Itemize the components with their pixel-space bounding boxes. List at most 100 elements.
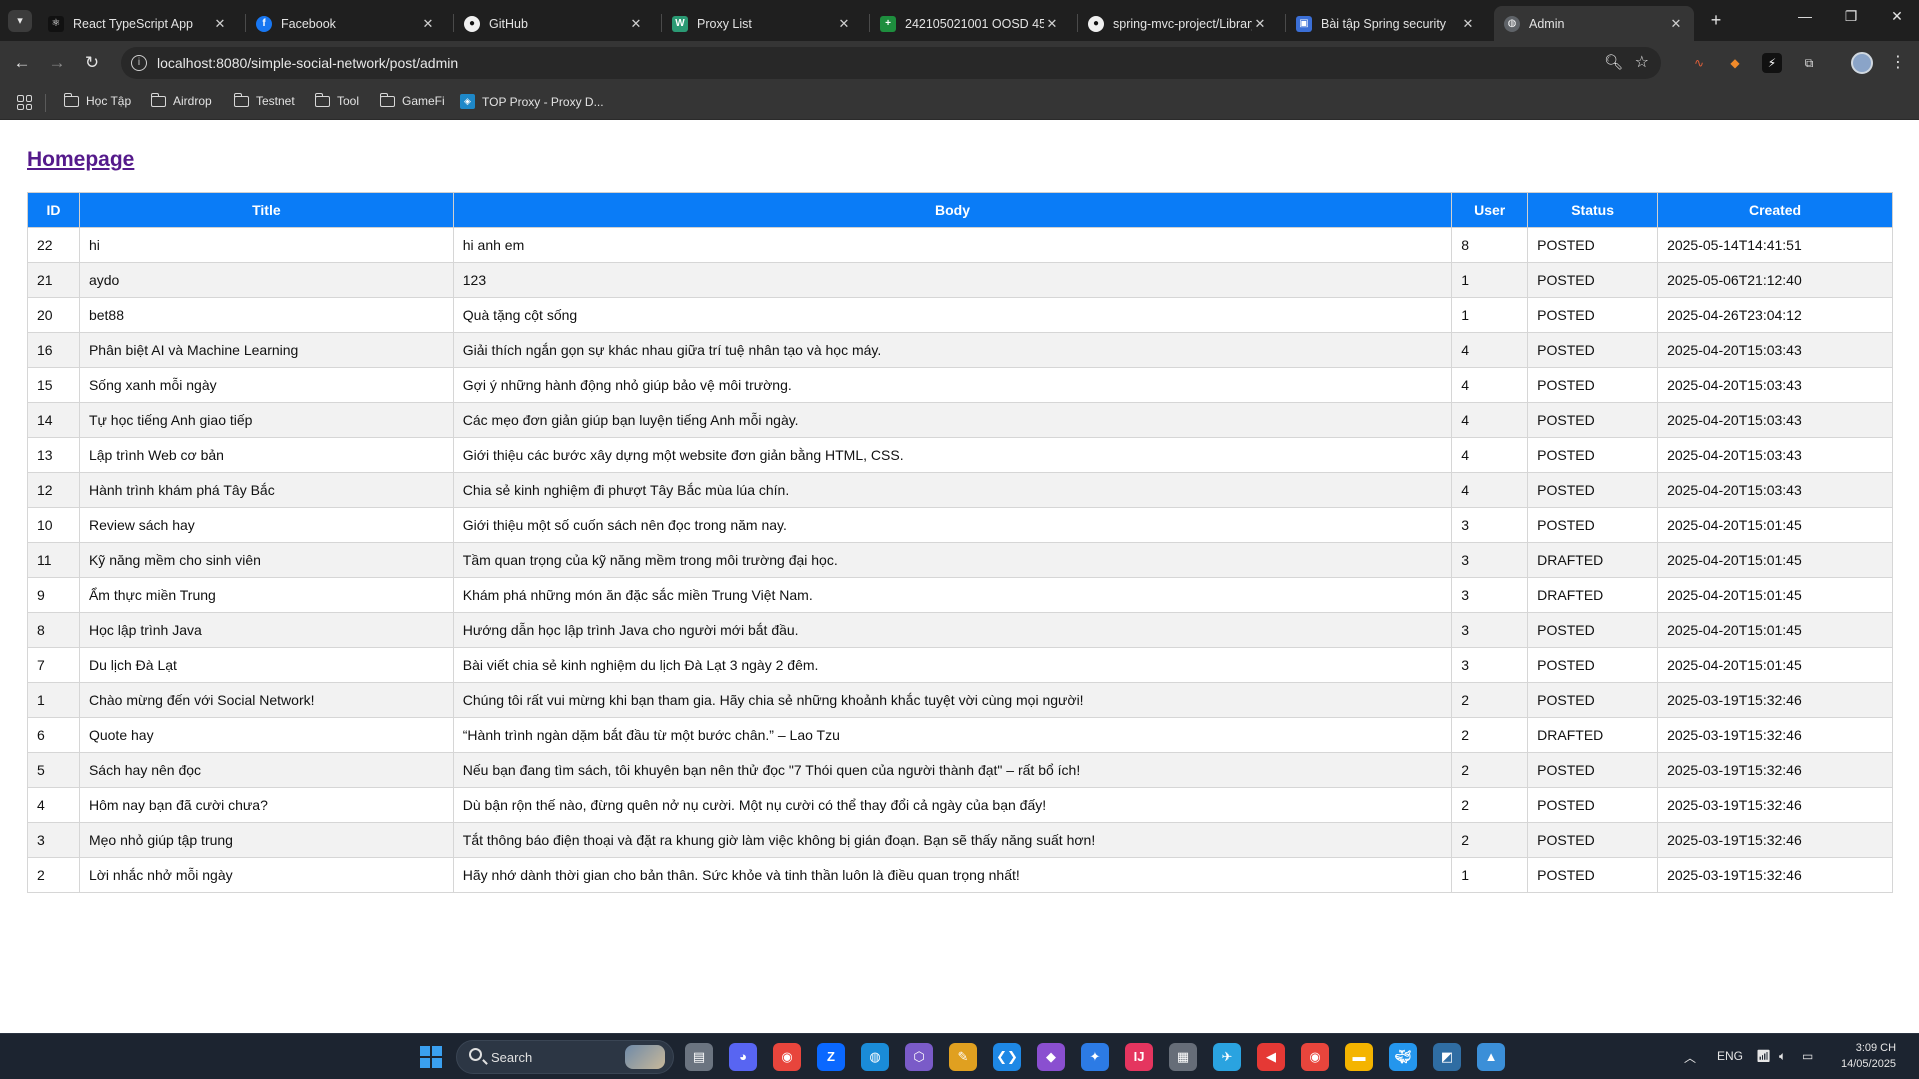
table-row: 16 Phân biệt AI và Machine Learning Giải t… xyxy=(27,332,1893,368)
close-icon[interactable]: ✕ xyxy=(420,16,436,32)
more-menu-icon[interactable]: ⋮ xyxy=(1890,52,1906,72)
chrome-profile-icon[interactable]: ◉ xyxy=(1301,1043,1329,1071)
table-row: 13 Lập trình Web cơ bản Giới thiệu các bướ… xyxy=(27,437,1893,473)
table-header-row: ID Title Body User Status Created xyxy=(27,192,1893,228)
back-arrow-icon[interactable]: ← xyxy=(10,51,34,75)
cell-title: aydo xyxy=(78,262,454,298)
extension-bolt-icon[interactable]: ⚡ xyxy=(1762,53,1782,73)
cell-created: 2025-04-20T15:03:43 xyxy=(1657,367,1893,403)
image-viewer-icon[interactable]: ▲ xyxy=(1477,1043,1505,1071)
tab-spring-mvc-project[interactable]: ● spring-mvc-project/Library ✕ xyxy=(1078,6,1278,41)
bookmark-testnet[interactable]: Testnet xyxy=(233,92,295,108)
tab-admin[interactable]: ◍ Admin ✕ xyxy=(1494,6,1694,41)
windows-start-icon[interactable] xyxy=(420,1046,442,1068)
close-icon[interactable]: ✕ xyxy=(1668,16,1684,32)
windows-taskbar: Search ▤ ◕ ◉ Z ◍ ⬡ ✎ ❮❯ ◆ ✦ IJ ▦ ✈ ◀ ◉ ▬ 🐳︎ ◩ ▲ xyxy=(0,1033,1919,1079)
tab-proxy-list[interactable]: W Proxy List ✕ xyxy=(662,6,862,41)
forward-arrow-icon[interactable]: → xyxy=(45,51,69,75)
visual-studio-icon[interactable]: ◆ xyxy=(1037,1043,1065,1071)
bookmark-top-proxy[interactable]: ◈ TOP Proxy - Proxy D... xyxy=(460,94,604,109)
taskbar-search[interactable]: Search xyxy=(456,1040,674,1074)
restore-icon[interactable]: ❐ xyxy=(1836,8,1866,25)
discord-icon[interactable]: ◕ xyxy=(729,1043,757,1071)
close-icon[interactable]: ✕ xyxy=(1252,16,1268,32)
cell-status: POSTED xyxy=(1527,822,1659,858)
site-info-icon[interactable]: i xyxy=(131,55,147,71)
cell-created: 2025-04-20T15:01:45 xyxy=(1657,647,1893,683)
cell-created: 2025-03-19T15:32:46 xyxy=(1657,752,1893,788)
battery-icon[interactable]: ▭ xyxy=(1802,1049,1813,1063)
extension-signature-icon[interactable]: ∿ xyxy=(1689,53,1709,73)
table-row: 14 Tự học tiếng Anh giao tiếp Các mẹo đơn … xyxy=(27,402,1893,438)
cell-created: 2025-04-20T15:01:45 xyxy=(1657,507,1893,543)
close-icon[interactable]: ✕ xyxy=(1460,16,1476,32)
intellij-icon[interactable]: IJ xyxy=(1125,1043,1153,1071)
bookmark-tool[interactable]: Tool xyxy=(314,92,359,108)
close-icon[interactable]: ✕ xyxy=(628,16,644,32)
github-icon: ● xyxy=(464,15,480,32)
zalo-icon[interactable]: Z xyxy=(817,1043,845,1071)
bookmark-hoc-tap[interactable]: Học Tập xyxy=(63,92,131,108)
zoom-icon[interactable]: 🔍︎ xyxy=(1604,53,1623,71)
cell-title: Học lập trình Java xyxy=(78,612,454,648)
cell-status: POSTED xyxy=(1527,752,1659,788)
bookmark-airdrop[interactable]: Airdrop xyxy=(150,92,212,108)
minimize-icon[interactable]: — xyxy=(1790,8,1820,24)
globe-icon: ◍ xyxy=(1504,15,1520,32)
browser-tab-bar: ▾ ⚛ React TypeScript App ✕ f Facebook ✕ … xyxy=(0,0,1919,41)
cell-id: 16 xyxy=(27,332,80,368)
paint-icon[interactable]: ✎ xyxy=(949,1043,977,1071)
wifi-icon[interactable]: 📶︎ xyxy=(1756,1049,1771,1063)
close-icon[interactable]: ✕ xyxy=(212,16,228,32)
profile-avatar[interactable] xyxy=(1851,52,1873,74)
docs-icon: ▣ xyxy=(1296,15,1312,32)
bookmark-star-icon[interactable]: ☆ xyxy=(1635,52,1649,72)
cell-user: 3 xyxy=(1451,612,1529,648)
chrome-icon[interactable]: ◉ xyxy=(773,1043,801,1071)
extensions-puzzle-icon[interactable]: ⧉ xyxy=(1799,53,1819,73)
tab-react-typescript-app[interactable]: ⚛ React TypeScript App ✕ xyxy=(38,6,238,41)
cell-status: POSTED xyxy=(1527,437,1659,473)
cell-id: 7 xyxy=(27,647,80,683)
store-icon[interactable]: ▦ xyxy=(1169,1043,1197,1071)
tray-chevron-icon[interactable]: ︿ xyxy=(1684,1049,1696,1066)
cell-created: 2025-04-20T15:03:43 xyxy=(1657,437,1893,473)
reload-icon[interactable]: ↻ xyxy=(80,51,104,75)
close-icon[interactable]: ✕ xyxy=(1044,16,1060,32)
mysql-workbench-icon[interactable]: ◩ xyxy=(1433,1043,1461,1071)
edge-icon[interactable]: ◍ xyxy=(861,1043,889,1071)
address-bar[interactable]: i localhost:8080/simple-social-network/p… xyxy=(121,47,1661,79)
tab-github[interactable]: ● GitHub ✕ xyxy=(454,6,654,41)
cell-created: 2025-04-20T15:01:45 xyxy=(1657,542,1893,578)
vscode-icon[interactable]: ❮❯ xyxy=(993,1043,1021,1071)
anydesk-icon[interactable]: ◀ xyxy=(1257,1043,1285,1071)
tab-spring-security[interactable]: ▣ Bài tập Spring security ✕ xyxy=(1286,6,1486,41)
cell-id: 1 xyxy=(27,682,80,718)
tab-spreadsheet[interactable]: + 242105021001 OOSD 45K ✕ xyxy=(870,6,1070,41)
apps-grid-icon[interactable] xyxy=(17,95,32,110)
facebook-icon: f xyxy=(256,15,272,32)
folder-icon[interactable]: ▬ xyxy=(1345,1043,1373,1071)
file-explorer-window-icon[interactable]: ▤ xyxy=(685,1043,713,1071)
window-close-icon[interactable]: ✕ xyxy=(1882,8,1912,25)
docker-icon[interactable]: 🐳︎ xyxy=(1389,1043,1417,1071)
url-text[interactable]: localhost:8080/simple-social-network/pos… xyxy=(157,55,458,71)
compass-icon[interactable]: ✦ xyxy=(1081,1043,1109,1071)
bookmark-gamefi[interactable]: GameFi xyxy=(379,92,445,108)
hexa-icon[interactable]: ⬡ xyxy=(905,1043,933,1071)
language-indicator[interactable]: ENG xyxy=(1717,1049,1743,1063)
tab-facebook[interactable]: f Facebook ✕ xyxy=(246,6,446,41)
cell-body: Giới thiệu các bước xây dựng một website… xyxy=(452,437,1453,473)
metamask-fox-icon[interactable]: ◆ xyxy=(1725,53,1745,73)
system-clock[interactable]: 3:09 CH 14/05/2025 xyxy=(1841,1040,1896,1072)
telegram-icon[interactable]: ✈ xyxy=(1213,1043,1241,1071)
homepage-link[interactable]: Homepage xyxy=(27,148,134,172)
folder-icon xyxy=(150,92,166,107)
browser-toolbar: ← → ↻ i localhost:8080/simple-social-net… xyxy=(0,41,1919,85)
cell-created: 2025-03-19T15:32:46 xyxy=(1657,682,1893,718)
new-tab-icon[interactable]: + xyxy=(1704,10,1728,31)
tab-search-chevron-icon[interactable]: ▾ xyxy=(8,10,32,32)
cell-user: 1 xyxy=(1451,857,1529,893)
volume-icon[interactable]: 🔈︎ xyxy=(1779,1049,1786,1064)
close-icon[interactable]: ✕ xyxy=(836,16,852,32)
